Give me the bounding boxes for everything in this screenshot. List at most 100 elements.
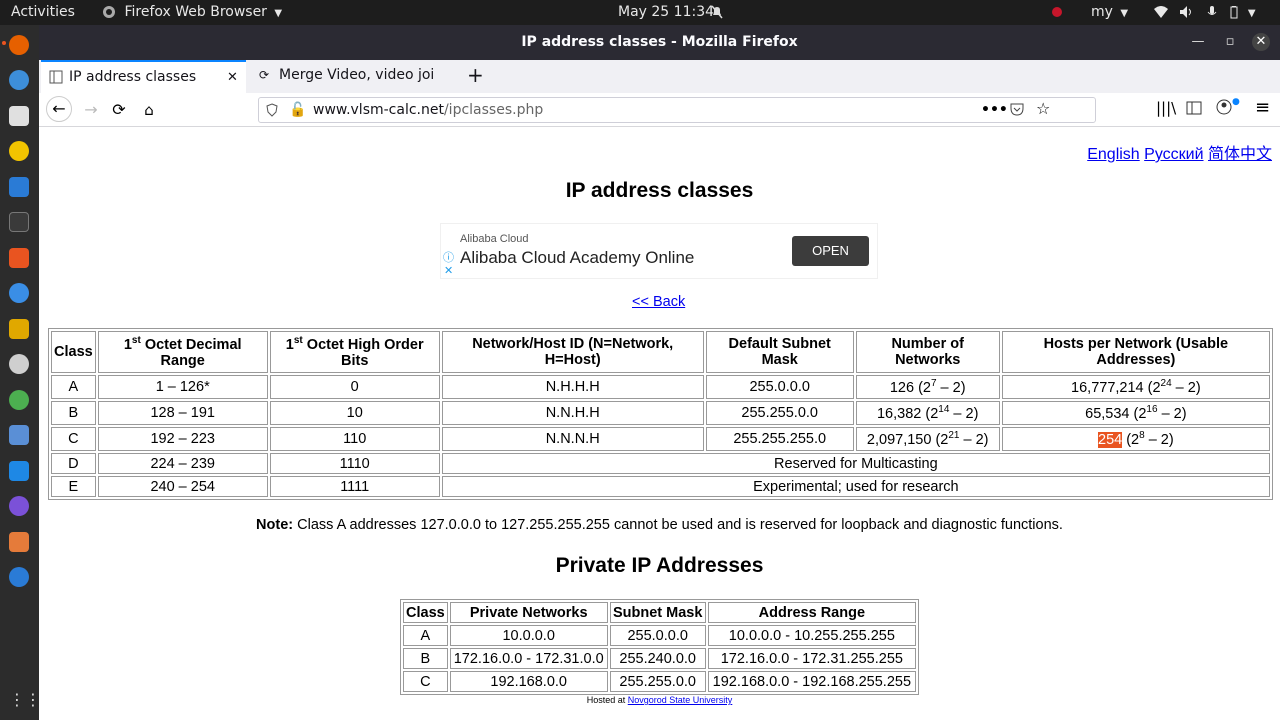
header-subnet-mask: Default Subnet Mask <box>705 331 854 373</box>
browser-app-icon[interactable] <box>9 567 29 587</box>
account-icon[interactable] <box>1216 99 1232 119</box>
input-source-label: my <box>1091 4 1113 20</box>
cell-bits: 1110 <box>269 453 440 474</box>
tab-label: Merge Video, video joi <box>279 67 435 83</box>
input-source-menu[interactable]: my ▼ <box>1091 0 1128 25</box>
header-private-networks: Private Networks <box>449 602 608 623</box>
files-icon[interactable] <box>9 106 29 126</box>
close-tab-icon[interactable]: ✕ <box>227 62 238 93</box>
cell-bits: 10 <box>269 401 440 425</box>
back-link[interactable]: << Back <box>632 294 685 310</box>
tab-merge-video[interactable]: ⟳ Merge Video, video joi <box>255 60 455 93</box>
library-icon[interactable]: |||\ <box>1156 99 1176 117</box>
ad-info-icon[interactable]: ⓘ <box>443 249 454 265</box>
terminal-icon[interactable] <box>9 212 29 232</box>
minimize-icon[interactable]: — <box>1189 33 1207 51</box>
writer-icon[interactable] <box>9 177 29 197</box>
table-row: A 10.0.0.0 255.0.0.0 10.0.0.0 - 10.255.2… <box>403 625 916 646</box>
thunderbird-icon[interactable] <box>9 70 29 90</box>
microphone-icon <box>1207 6 1217 15</box>
lang-english-link[interactable]: English <box>1087 146 1139 163</box>
clock-app-icon[interactable] <box>9 354 29 374</box>
cell-class: A <box>51 375 96 399</box>
app-menu[interactable]: Firefox Web Browser ▼ <box>102 0 282 25</box>
language-links: English Русский 简体中文 <box>1087 140 1272 164</box>
cell-networks: 2,097,150 (221 – 2) <box>855 427 1000 451</box>
note-text: Class A addresses 127.0.0.0 to 127.255.2… <box>293 517 1063 533</box>
private-ip-table: Class Private Networks Subnet Mask Addre… <box>400 599 919 695</box>
tab-ip-address-classes[interactable]: IP address classes ✕ <box>41 60 246 93</box>
wifi-icon <box>1154 6 1168 18</box>
show-applications-icon[interactable]: ⋮⋮ <box>9 690 41 710</box>
window-titlebar[interactable]: IP address classes - Mozilla Firefox — ▫… <box>39 25 1280 60</box>
home-button[interactable]: ⌂ <box>137 98 161 122</box>
cell-range: 1 – 126* <box>97 375 268 399</box>
cell-network: 172.16.0.0 - 172.31.0.0 <box>449 648 608 669</box>
hamburger-menu-icon[interactable]: ≡ <box>1255 97 1270 118</box>
tab-strip: IP address classes ✕ ⟳ Merge Video, vide… <box>39 60 1280 93</box>
ad-close-icon[interactable]: ✕ <box>444 264 453 277</box>
ip-classes-table: Class 1st Octet Decimal Range 1st Octet … <box>48 328 1273 500</box>
maximize-icon[interactable]: ▫ <box>1221 33 1239 51</box>
recording-indicator-icon <box>1051 6 1063 18</box>
reload-button[interactable]: ⟳ <box>107 98 131 122</box>
clock[interactable]: May 25 11:34 <box>618 0 714 25</box>
bookmark-star-icon[interactable]: ☆ <box>1036 99 1050 118</box>
notification-dot-icon: ● <box>1232 97 1240 107</box>
pocket-icon[interactable] <box>1010 102 1024 120</box>
forward-button[interactable]: → <box>79 98 103 122</box>
screenshot-app-icon[interactable] <box>9 425 29 445</box>
lang-chinese-link[interactable]: 简体中文 <box>1208 146 1272 163</box>
firefox-icon[interactable] <box>9 35 29 55</box>
virtualbox-icon[interactable] <box>9 461 29 481</box>
lang-russian-link[interactable]: Русский <box>1144 146 1203 163</box>
cell-network: 192.168.0.0 <box>449 671 608 692</box>
page-actions-icon[interactable]: ••• <box>981 98 1008 122</box>
software-center-icon[interactable] <box>9 248 29 268</box>
cell-range: 224 – 239 <box>97 453 268 474</box>
new-tab-button[interactable]: + <box>467 60 487 93</box>
cell-network-host: N.N.N.H <box>441 427 704 451</box>
table-header-row: Class 1st Octet Decimal Range 1st Octet … <box>51 331 1270 373</box>
cell-hosts: 65,534 (216 – 2) <box>1001 401 1270 425</box>
back-button[interactable]: ← <box>46 96 72 122</box>
ad-banner[interactable]: Alibaba Cloud Alibaba Cloud Academy Onli… <box>440 223 878 279</box>
cell-bits: 0 <box>269 375 440 399</box>
help-icon[interactable] <box>9 283 29 303</box>
selected-text[interactable]: 254 <box>1098 431 1123 448</box>
activities-button[interactable]: Activities <box>11 0 75 25</box>
table-row: B 172.16.0.0 - 172.31.0.0 255.240.0.0 17… <box>403 648 916 669</box>
cell-hosts: 254 (28 – 2) <box>1001 427 1270 451</box>
ad-headline: Alibaba Cloud Academy Online <box>460 248 695 267</box>
header-number-of-networks: Number of Networks <box>855 331 1000 373</box>
url-text: www.vlsm-calc.net/ipclasses.php <box>313 98 543 122</box>
tab-label: IP address classes <box>69 69 197 85</box>
vlc-screen-recorder-icon[interactable] <box>9 319 29 339</box>
chrome-icon[interactable] <box>9 390 29 410</box>
app-name: Firefox Web Browser <box>124 4 267 20</box>
system-menu[interactable]: ▼ <box>1153 0 1256 25</box>
note: Note: Class A addresses 127.0.0.0 to 127… <box>39 517 1280 533</box>
cell-mask: 255.255.0.0 <box>609 671 706 692</box>
viber-icon[interactable] <box>9 496 29 516</box>
tracking-shield-icon[interactable] <box>266 103 278 121</box>
cell-range: 172.16.0.0 - 172.31.255.255 <box>707 648 916 669</box>
footer-link[interactable]: Novgorod State University <box>628 695 733 705</box>
refresh-favicon-icon: ⟳ <box>259 68 270 82</box>
cell-networks: 126 (27 – 2) <box>855 375 1000 399</box>
sidebar-icon[interactable] <box>1186 100 1202 119</box>
footer-text: Hosted at <box>586 695 628 705</box>
gnome-top-bar: Activities Firefox Web Browser ▼ May 25 … <box>0 0 1280 25</box>
cell-class: C <box>403 671 448 692</box>
navigation-toolbar: ← → ⟳ ⌂ 🔓 www.vlsm-calc.net/ipclasses.ph… <box>39 93 1280 127</box>
header-class: Class <box>403 602 448 623</box>
url-bar[interactable]: 🔓 www.vlsm-calc.net/ipclasses.php ••• ☆ <box>258 97 1096 123</box>
ad-open-button[interactable]: OPEN <box>792 236 869 266</box>
insecure-lock-icon[interactable]: 🔓 <box>289 102 306 118</box>
cell-class: E <box>51 476 96 497</box>
cell-range: 128 – 191 <box>97 401 268 425</box>
close-icon[interactable]: ✕ <box>1252 33 1270 51</box>
rhythmbox-icon[interactable] <box>9 141 29 161</box>
document-viewer-icon[interactable] <box>9 532 29 552</box>
cell-mask: 255.255.255.0 <box>705 427 854 451</box>
